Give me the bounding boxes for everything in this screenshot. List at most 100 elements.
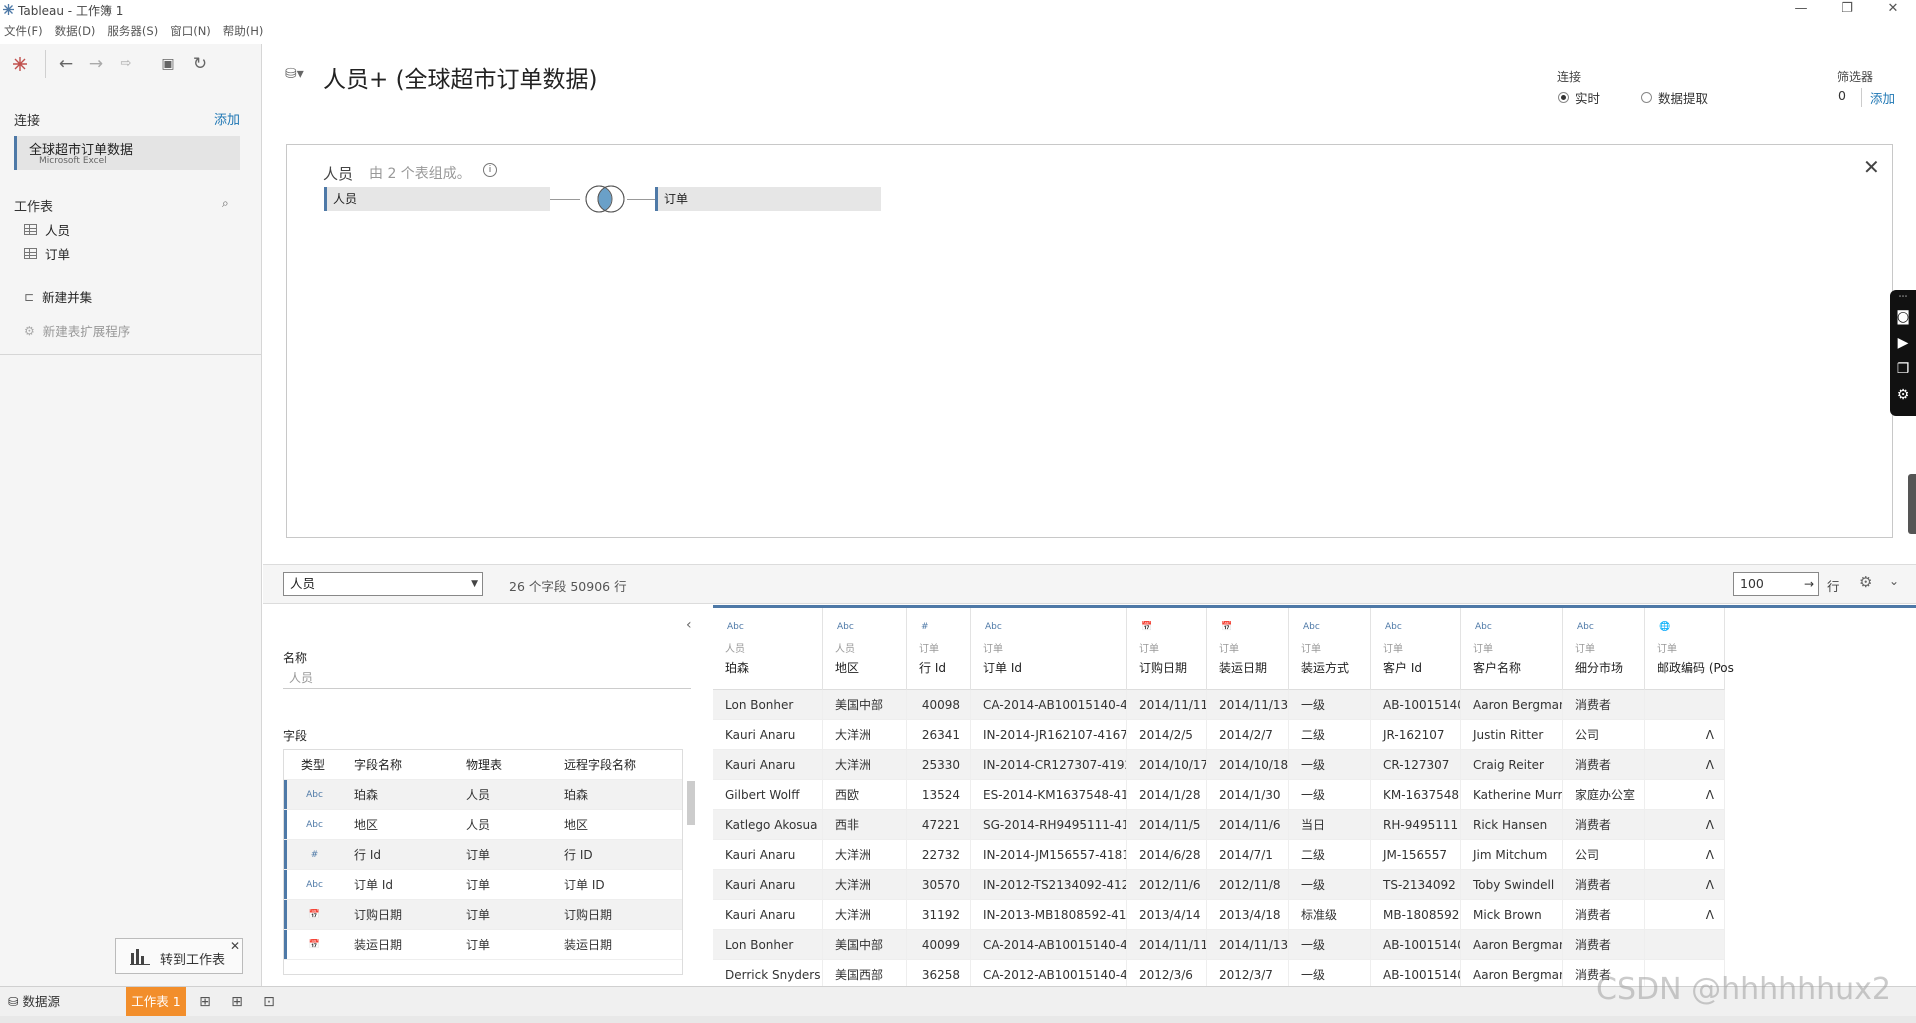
table-row[interactable]: Gilbert Wolff 西欧 13524 ES-2014-KM1637548-41… (713, 780, 1725, 810)
field-row[interactable]: # 行 Id 订单 行 ID (284, 840, 682, 870)
join-canvas[interactable]: 人员 由 2 个表组成。 i ✕ 人员 订单 (286, 144, 1893, 538)
menu-file[interactable]: 文件(F) (0, 22, 51, 40)
chevron-down-icon[interactable]: ⌄ (1889, 574, 1899, 588)
sheet-item-people[interactable]: 人员 (24, 220, 70, 239)
column-header[interactable]: 🌐 订单 邮政编码 (Pos (1645, 608, 1734, 690)
table-row[interactable]: Lon Bonher美国中部40099CA-2014-AB10015140-41… (713, 930, 1725, 960)
table-row[interactable]: Derrick Snyders 美国西部 36258 CA-2012-AB100151… (713, 960, 1725, 986)
new-story-icon[interactable]: ⊡ (260, 993, 278, 1011)
column-type-icon[interactable]: Abc (985, 622, 1002, 632)
table-row[interactable]: Kauri Anaru 大洋洲 25330 IN-2014-CR127307-4192… (713, 750, 1725, 780)
table-row[interactable]: Katlego Akosua 西非 47221 SG-2014-RH9495111-4… (713, 810, 1725, 840)
name-field[interactable]: 人员 (283, 665, 691, 689)
fields-column-header[interactable]: 物理表 (454, 756, 552, 773)
menu-window[interactable]: 窗口(N) (166, 22, 219, 40)
redo-dropdown-icon[interactable]: ⇨ (116, 54, 136, 74)
column-header[interactable]: Abc 订单 客户 Id (1371, 608, 1461, 690)
fields-column-header[interactable]: 字段名称 (342, 756, 454, 773)
column-header[interactable]: Abc 人员 地区 (823, 608, 907, 690)
menu-help[interactable]: 帮助(H) (219, 22, 272, 40)
table-cell: Gilbert Wolff (713, 780, 823, 810)
field-row[interactable]: Abc 珀森 人员 珀森 (284, 780, 682, 810)
menu-server[interactable]: 服务器(S) (103, 22, 166, 40)
tableau-home-icon[interactable] (10, 54, 30, 74)
menu-data[interactable]: 数据(D) (51, 22, 104, 40)
field-row[interactable]: 📅 订购日期 订单 订购日期 (284, 900, 682, 930)
table-row[interactable]: Kauri Anaru 大洋洲 26341 IN-2014-JR162107-4167… (713, 720, 1725, 750)
camera-icon[interactable]: ◙ (1890, 304, 1916, 330)
new-extension-item[interactable]: ⚙ 新建表扩展程序 (24, 321, 130, 340)
table-row[interactable]: Lon Bonher美国中部40098CA-2014-AB10015140-41… (713, 690, 1725, 720)
table-select[interactable]: 人员 ▼ (283, 572, 483, 596)
datasource-title[interactable]: 人员+ (全球超市订单数据) (323, 60, 598, 94)
table-row[interactable]: Kauri Anaru大洋洲31192IN-2013-MB1808592-413… (713, 900, 1725, 930)
rows-input[interactable]: 100 → (1733, 572, 1819, 596)
info-icon[interactable]: i (483, 163, 497, 177)
column-type-icon[interactable]: Abc (1303, 622, 1320, 632)
field-row[interactable]: Abc 订单 Id 订单 订单 ID (284, 870, 682, 900)
left-table-chip[interactable]: 人员 (324, 187, 550, 211)
column-header[interactable]: Abc 订单 细分市场 (1563, 608, 1645, 690)
dropdown-arrow-icon: ▼ (471, 579, 478, 589)
more-icon[interactable]: ⋯ (1890, 290, 1916, 304)
field-type-icon: Abc (284, 870, 342, 899)
column-type-icon[interactable]: # (921, 622, 929, 632)
column-header[interactable]: 📅 订单 订购日期 (1127, 608, 1207, 690)
column-type-icon[interactable]: Abc (837, 622, 854, 632)
sheet-item-orders[interactable]: 订单 (24, 244, 70, 263)
extract-radio[interactable]: 数据提取 (1641, 88, 1708, 107)
column-type-icon[interactable]: Abc (1577, 622, 1594, 632)
go-to-sheet-tooltip[interactable]: 转到工作表 ✕ (115, 938, 243, 974)
search-icon[interactable]: ⌕ (222, 196, 229, 211)
column-header[interactable]: Abc 人员 珀森 (713, 608, 823, 690)
column-header[interactable]: Abc 订单 订单 Id (971, 608, 1127, 690)
column-header[interactable]: # 订单行 Id (907, 608, 971, 690)
table-cell: 公司 (1563, 840, 1645, 870)
video-icon[interactable]: ▶ (1890, 330, 1916, 356)
new-sheet-icon[interactable]: ⊞ (196, 993, 214, 1011)
table-row[interactable]: Kauri Anaru 大洋洲 30570 IN-2012-TS2134092-41 2… (713, 870, 1725, 900)
column-header[interactable]: Abc 订单 客户名称 (1461, 608, 1563, 690)
fields-column-header[interactable]: 类型 (284, 750, 342, 779)
restore-button[interactable]: ❐ (1824, 0, 1870, 20)
close-window-button[interactable]: ✕ (1870, 0, 1916, 20)
back-icon[interactable]: ← (56, 54, 76, 74)
column-source: 订单 (919, 644, 939, 655)
column-type-icon[interactable]: 🌐 (1659, 622, 1670, 632)
add-connection-link[interactable]: 添加 (214, 109, 240, 128)
column-type-icon[interactable]: 📅 (1221, 622, 1232, 632)
close-icon[interactable]: ✕ (230, 939, 240, 953)
tab-datasource[interactable]: ⛁ 数据源 (0, 987, 126, 1017)
datasource-cylinder-icon[interactable]: ⛁▾ (285, 66, 304, 82)
fields-scrollbar[interactable] (687, 781, 695, 825)
window-icon[interactable]: ❐ (1890, 356, 1916, 382)
column-type-icon[interactable]: Abc (1475, 622, 1492, 632)
refresh-icon[interactable]: ↻ (190, 54, 210, 74)
column-header[interactable]: 📅 订单 装运日期 (1207, 608, 1289, 690)
inner-join-icon[interactable] (580, 183, 630, 215)
minimize-button[interactable]: — (1778, 0, 1824, 20)
table-row[interactable]: Kauri Anaru 大洋洲 22732 IN-2014-JM156557-4181… (713, 840, 1725, 870)
new-union-item[interactable]: ⊏ 新建并集 (24, 287, 92, 306)
column-header[interactable]: Abc 订单 装运方式 (1289, 608, 1371, 690)
fields-column-header[interactable]: 远程字段名称 (552, 756, 682, 773)
field-row[interactable]: Abc 地区 人员 地区 (284, 810, 682, 840)
gear-icon[interactable]: ⚙ (1859, 573, 1872, 591)
column-type-icon[interactable]: Abc (1385, 622, 1402, 632)
forward-icon[interactable]: → (86, 54, 106, 74)
add-filter-link[interactable]: 添加 (1861, 88, 1895, 107)
connection-item[interactable]: 全球超市订单数据 Microsoft Excel (14, 136, 240, 170)
column-type-icon[interactable]: 📅 (1141, 622, 1152, 632)
collapse-panel-icon[interactable]: ‹ (686, 617, 692, 633)
tab-sheet-1[interactable]: 工作表 1 (126, 987, 186, 1017)
column-type-icon[interactable]: Abc (727, 622, 744, 632)
close-icon[interactable]: ✕ (1863, 155, 1880, 179)
settings-icon[interactable]: ⚙ (1890, 382, 1916, 408)
right-table-chip[interactable]: 订单 (655, 187, 881, 211)
new-dashboard-icon[interactable]: ⊞ (228, 993, 246, 1011)
field-row[interactable]: 📅 装运日期 订单 装运日期 (284, 930, 682, 960)
side-scroll-handle[interactable] (1908, 474, 1916, 534)
apply-arrow-icon[interactable]: → (1804, 573, 1814, 595)
save-icon[interactable]: ▣ (158, 54, 178, 74)
live-radio[interactable]: 实时 (1558, 88, 1600, 107)
